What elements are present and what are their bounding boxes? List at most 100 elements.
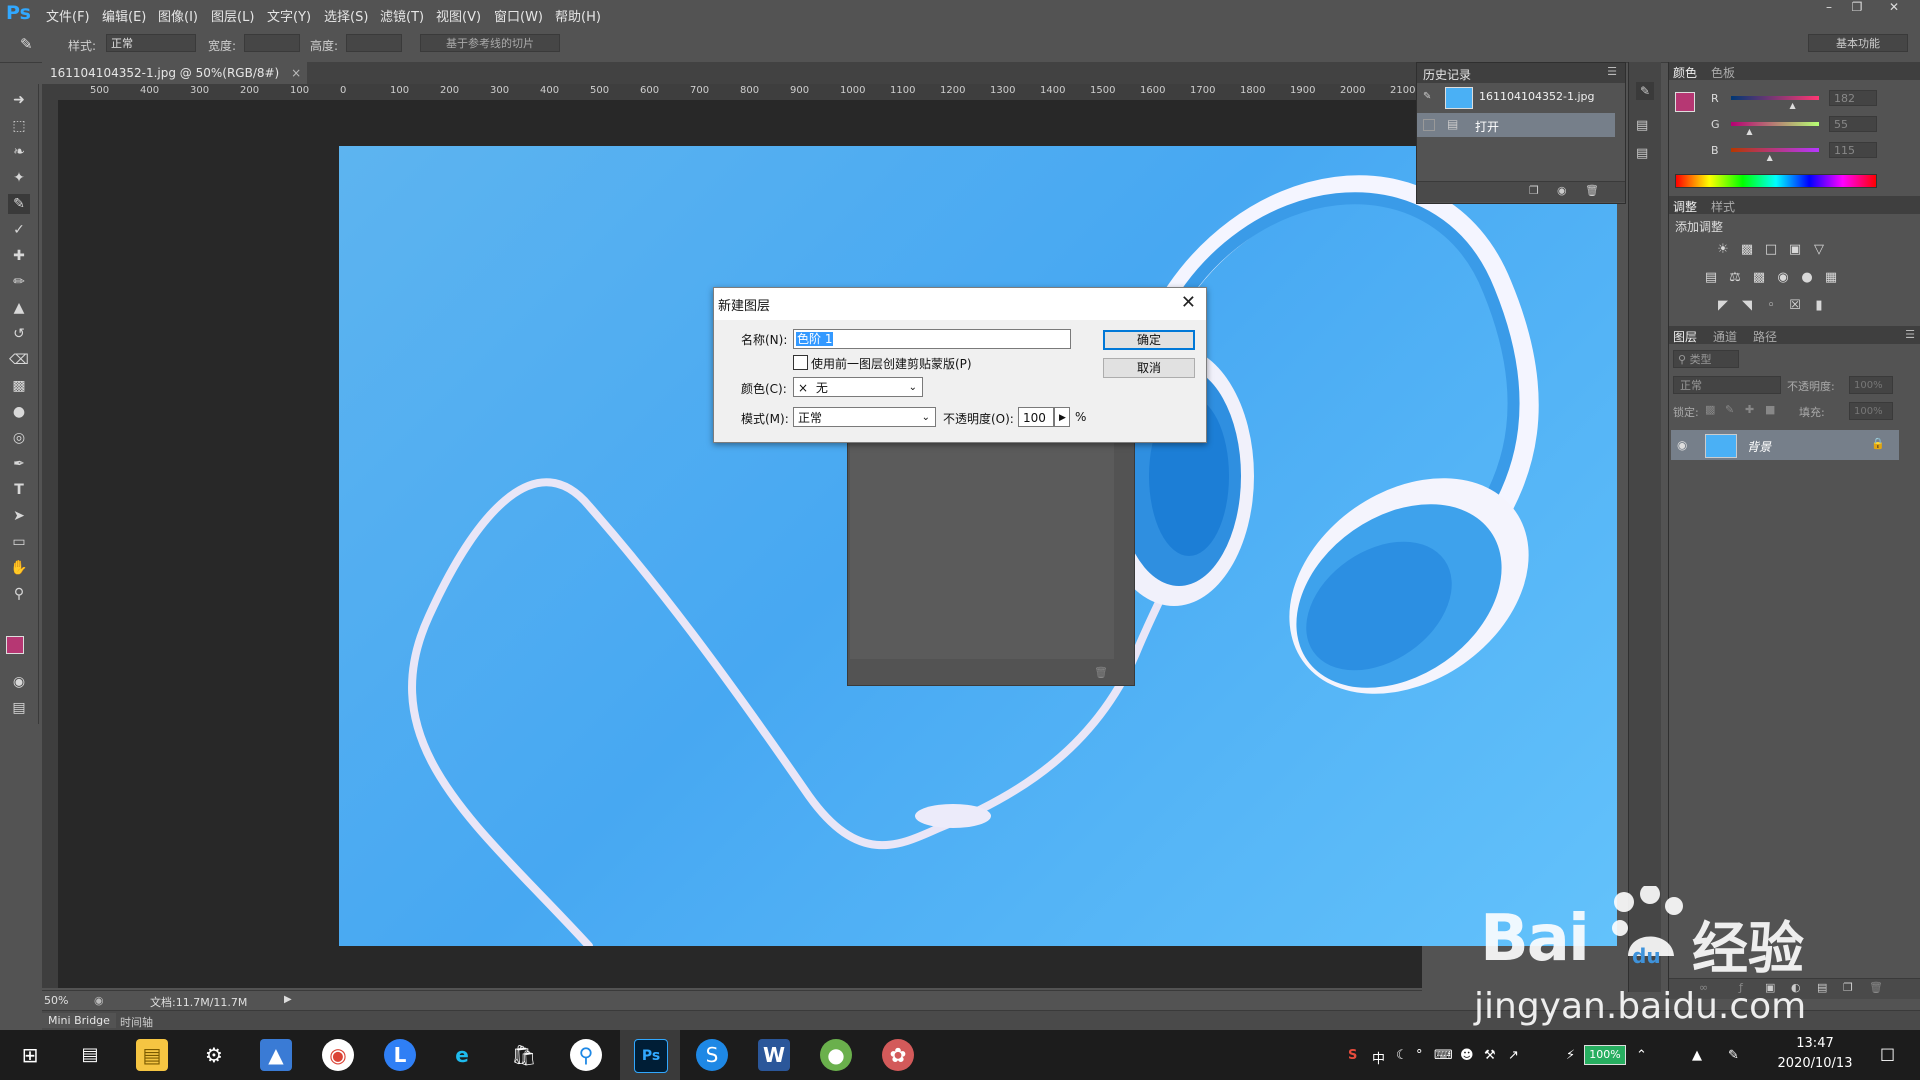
chrome-icon[interactable]: ◉: [322, 1039, 354, 1071]
menu-edit[interactable]: 编辑(E): [102, 6, 146, 25]
eye-icon[interactable]: ◉: [1677, 438, 1687, 452]
lock-pixels-icon[interactable]: ▩: [1705, 403, 1715, 416]
close-window-button[interactable]: ✕: [1880, 0, 1908, 18]
gradient-tool-icon[interactable]: ▩: [8, 376, 30, 396]
channel-b-value[interactable]: 115: [1829, 142, 1877, 158]
browser-l-icon[interactable]: L: [384, 1039, 416, 1071]
new-document-icon[interactable]: ❐: [1529, 184, 1539, 197]
channel-r-slider[interactable]: [1731, 96, 1819, 100]
search-app-icon[interactable]: ⚲: [570, 1039, 602, 1071]
word-icon[interactable]: W: [758, 1039, 790, 1071]
lasso-tool-icon[interactable]: ❧: [8, 142, 30, 162]
settings-icon[interactable]: ⚙: [198, 1039, 230, 1071]
screen-mode-icon[interactable]: ▤: [8, 698, 30, 718]
hand-tool-icon[interactable]: ✋: [8, 558, 30, 578]
slice-tool-icon[interactable]: ✎: [20, 35, 33, 53]
keyboard-icon[interactable]: ⌨: [1434, 1048, 1453, 1063]
black-white-icon[interactable]: ▩: [1751, 270, 1767, 286]
tools-icon[interactable]: ⚒: [1484, 1048, 1496, 1063]
sogou-ime-icon[interactable]: S: [1348, 1048, 1357, 1063]
app-s-icon[interactable]: S: [696, 1039, 728, 1071]
channel-b-slider-handle[interactable]: ▲: [1767, 153, 1773, 162]
channel-r-value[interactable]: 182: [1829, 90, 1877, 106]
width-input[interactable]: [244, 34, 300, 52]
zoom-level[interactable]: 50%: [44, 994, 68, 1007]
slices-from-guides-button[interactable]: 基于参考线的切片: [420, 34, 560, 52]
status-arrow-icon[interactable]: ▶: [284, 994, 292, 1005]
dodge-tool-icon[interactable]: ◎: [8, 428, 30, 448]
layer-row[interactable]: ◉ 背景 🔒: [1671, 430, 1899, 460]
height-input[interactable]: [346, 34, 402, 52]
tab-swatches[interactable]: 色板: [1711, 64, 1735, 81]
rectangle-tool-icon[interactable]: ▭: [8, 532, 30, 552]
hue-saturation-icon[interactable]: ▤: [1703, 270, 1719, 286]
blend-mode-select[interactable]: 正常: [1673, 376, 1781, 394]
close-icon[interactable]: ✕: [1181, 292, 1196, 313]
workspace-switcher[interactable]: 基本功能: [1808, 34, 1908, 52]
wifi-icon[interactable]: ▲: [1692, 1048, 1702, 1063]
tab-layers[interactable]: 图层: [1673, 328, 1697, 345]
moon-icon[interactable]: ☾: [1396, 1048, 1408, 1063]
notification-icon[interactable]: □: [1880, 1044, 1895, 1063]
channel-r-slider-handle[interactable]: ▲: [1789, 101, 1795, 110]
foreground-color-swatch[interactable]: [6, 636, 24, 654]
layer-color-select[interactable]: × 无 ⌄: [793, 377, 923, 397]
tab-timeline[interactable]: 时间轴: [114, 1013, 159, 1031]
document-tab[interactable]: 161104104352-1.jpg @ 50%(RGB/8#) ×: [42, 62, 308, 84]
tab-channels[interactable]: 通道: [1713, 328, 1737, 345]
lock-all-icon[interactable]: ■: [1765, 403, 1775, 416]
file-explorer-icon[interactable]: ▤: [136, 1039, 168, 1071]
channel-g-slider[interactable]: [1731, 122, 1819, 126]
plug-icon[interactable]: ⚡: [1566, 1048, 1575, 1063]
layer-filter-select[interactable]: ⚲ 类型: [1673, 350, 1739, 368]
ime-mode[interactable]: 中: [1372, 1048, 1385, 1067]
tab-styles[interactable]: 样式: [1711, 198, 1735, 215]
eyedropper-tool-icon[interactable]: ✓: [8, 220, 30, 240]
trash-icon[interactable]: 🗑: [1585, 184, 1599, 197]
layer-name-input[interactable]: 色阶 1: [793, 329, 1071, 349]
menu-file[interactable]: 文件(F): [46, 6, 90, 25]
menu-select[interactable]: 选择(S): [324, 6, 368, 25]
path-select-tool-icon[interactable]: ➤: [8, 506, 30, 526]
channel-g-value[interactable]: 55: [1829, 116, 1877, 132]
photo-filter-icon[interactable]: ◉: [1775, 270, 1791, 286]
tab-adjustments[interactable]: 调整: [1673, 198, 1697, 215]
curves-icon[interactable]: □: [1763, 242, 1779, 258]
menu-image[interactable]: 图像(I): [158, 6, 198, 25]
photoshop-taskbar-icon[interactable]: Ps: [634, 1039, 668, 1073]
tab-color[interactable]: 颜色: [1673, 64, 1697, 81]
type-tool-icon[interactable]: T: [8, 480, 30, 500]
zoom-tool-icon[interactable]: ⚲: [8, 584, 30, 604]
exposure-icon[interactable]: ▣: [1787, 242, 1803, 258]
dialog-title-bar[interactable]: 新建图层 ✕: [714, 288, 1206, 320]
channel-g-slider-handle[interactable]: ▲: [1746, 127, 1752, 136]
color-lookup-icon[interactable]: ▦: [1823, 270, 1839, 286]
stamp-tool-icon[interactable]: ▲: [8, 298, 30, 318]
history-panel-icon[interactable]: ✎: [1636, 82, 1654, 100]
color-balance-icon[interactable]: ⚖: [1727, 270, 1743, 286]
channel-mixer-icon[interactable]: ●: [1799, 270, 1815, 286]
internet-explorer-icon[interactable]: e: [446, 1039, 478, 1071]
start-menu-icon[interactable]: ⊞: [14, 1039, 46, 1071]
fill-input[interactable]: 100%: [1849, 402, 1893, 420]
quick-mask-icon[interactable]: ◉: [8, 672, 30, 692]
close-tab-icon[interactable]: ×: [291, 62, 301, 84]
posterize-icon[interactable]: ◥: [1739, 298, 1755, 314]
punctuation-icon[interactable]: °: [1416, 1048, 1423, 1063]
color-fg-swatch[interactable]: [1675, 92, 1695, 112]
invert-icon[interactable]: ◤: [1715, 298, 1731, 314]
quick-select-tool-icon[interactable]: ✦: [8, 168, 30, 188]
ok-button[interactable]: 确定: [1103, 330, 1195, 350]
history-step[interactable]: ▤ 打开: [1417, 113, 1615, 137]
history-brush-source-icon[interactable]: ✎: [1423, 91, 1431, 102]
history-step-checkbox[interactable]: [1423, 119, 1435, 131]
info-panel-icon[interactable]: ▤: [1636, 146, 1648, 161]
chevron-up-icon[interactable]: ⌃: [1636, 1048, 1647, 1063]
eraser-tool-icon[interactable]: ⌫: [8, 350, 30, 370]
levels-icon[interactable]: ▩: [1739, 242, 1755, 258]
share-icon[interactable]: ↗: [1508, 1048, 1519, 1063]
clock-time[interactable]: 13:47: [1770, 1036, 1860, 1051]
menu-type[interactable]: 文字(Y): [267, 6, 311, 25]
lock-position-icon[interactable]: ✚: [1745, 403, 1754, 416]
menu-window[interactable]: 窗口(W): [494, 6, 543, 25]
